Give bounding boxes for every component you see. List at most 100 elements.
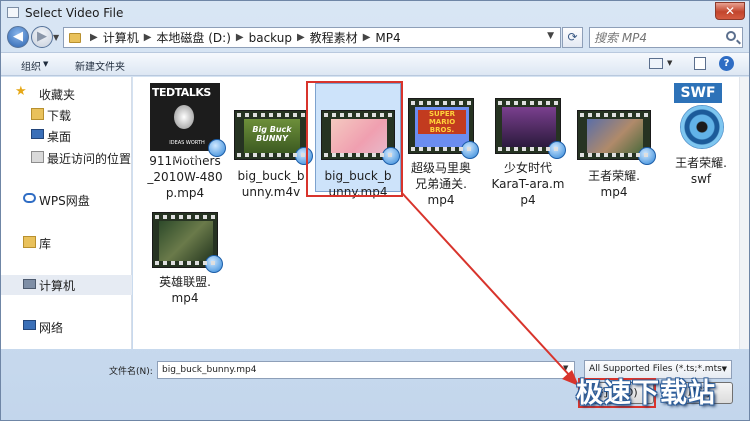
search-input[interactable] <box>594 30 714 45</box>
breadcrumb-drive-d[interactable]: 本地磁盘 (D:) <box>156 29 230 46</box>
window-icon <box>7 7 19 18</box>
recent-places-icon <box>31 151 44 163</box>
search-icon[interactable] <box>726 31 736 41</box>
chevron-right-icon[interactable]: ▶ <box>90 32 98 43</box>
computer-icon <box>23 279 36 289</box>
sidebar-item-library[interactable]: 库 <box>1 234 132 252</box>
vertical-scrollbar[interactable] <box>739 77 749 349</box>
address-dropdown-icon[interactable]: ▼ <box>547 31 554 41</box>
file-item[interactable]: SUPER MARIO BROS. 超级马里奥 兄弟通关. mp4 <box>398 98 484 208</box>
media-player-badge-icon <box>208 139 226 157</box>
star-icon: ★ <box>15 85 27 99</box>
sidebar-item-label: 下载 <box>47 109 72 123</box>
sidebar-item-label: 库 <box>39 237 52 251</box>
ted-talks-logo: TEDTALKS <box>152 85 211 101</box>
file-item[interactable]: Big Buck BUNNY big_buck_b unny.m4v <box>228 110 314 200</box>
video-thumbnail: SUPER MARIO BROS. <box>408 98 479 159</box>
file-name-line: unny.m4v <box>241 185 301 199</box>
file-item[interactable]: 少女时代 KaraT-ara.m p4 <box>485 98 571 208</box>
sidebar-item-computer[interactable]: 计算机 <box>1 275 132 295</box>
filename-label: 文件名(N): <box>109 367 153 377</box>
breadcrumb-mp4[interactable]: MP4 <box>375 31 400 45</box>
file-name: 英雄联盟. mp4 <box>142 274 228 306</box>
video-frame: Big Buck BUNNY <box>244 119 300 153</box>
window-title: Select Video File <box>25 6 124 20</box>
sidebar-item-desktop[interactable]: 桌面 <box>1 127 132 145</box>
sidebar-item-wps-drive[interactable]: WPS网盘 <box>1 191 132 209</box>
video-thumbnail: TEDTALKS IDEAS WORTH SPREADING <box>150 83 226 162</box>
file-name-line: mp4 <box>171 291 199 305</box>
forward-button[interactable]: ▶ <box>31 26 53 48</box>
video-thumbnail <box>152 212 223 273</box>
recent-locations-dropdown-icon[interactable]: ▼ <box>53 33 59 42</box>
lightbulb-image <box>174 105 194 129</box>
file-name: 王者荣耀. mp4 <box>571 168 657 200</box>
chevron-right-icon[interactable]: ▶ <box>144 32 152 43</box>
chevron-down-icon[interactable]: ▼ <box>722 365 727 373</box>
chevron-right-icon[interactable]: ▶ <box>297 32 305 43</box>
change-view-icon[interactable] <box>649 58 663 69</box>
file-item[interactable]: 王者荣耀. mp4 <box>571 110 657 200</box>
chevron-right-icon[interactable]: ▶ <box>363 32 371 43</box>
file-name-line: KaraT-ara.m <box>491 177 565 191</box>
file-name: 王者荣耀. swf <box>658 155 744 187</box>
sidebar-item-downloads[interactable]: 下载 <box>1 106 132 124</box>
video-thumbnail <box>495 98 566 159</box>
bunny-title-text: Big Buck BUNNY <box>252 125 292 143</box>
media-player-badge-icon <box>205 255 223 273</box>
watermark-logo: 极速下载站 <box>576 378 716 409</box>
breadcrumb-tutorial-material[interactable]: 教程素材 <box>310 29 358 46</box>
navigation-bar: ◀ ▶ ▼ ▶ 计算机 ▶ 本地磁盘 (D:) ▶ backup ▶ 教程素材 … <box>1 25 749 51</box>
preview-pane-icon[interactable] <box>694 57 706 70</box>
desktop-icon <box>31 129 44 139</box>
view-dropdown-icon[interactable]: ▼ <box>667 59 672 67</box>
file-name-line: p4 <box>520 193 536 207</box>
file-name: 超级马里奥 兄弟通关. mp4 <box>398 160 484 208</box>
filename-input[interactable] <box>157 361 575 379</box>
download-folder-icon <box>31 108 44 120</box>
sidebar-item-network[interactable]: 网络 <box>1 318 132 336</box>
new-folder-button[interactable]: 新建文件夹 <box>75 58 125 73</box>
mario-title-text: SUPER MARIO BROS. <box>418 110 466 134</box>
chevron-down-icon[interactable]: ▼ <box>43 60 48 68</box>
file-name-line: 少女时代 <box>503 161 552 175</box>
video-thumbnail <box>577 110 656 165</box>
media-player-badge-icon <box>638 147 656 165</box>
filename-dropdown-icon[interactable]: ▼ <box>563 364 568 372</box>
search-box[interactable] <box>589 27 743 48</box>
video-frame: SUPER MARIO BROS. <box>415 107 469 147</box>
file-item[interactable]: 英雄联盟. mp4 <box>142 212 228 306</box>
sidebar-item-recent[interactable]: 最近访问的位置 <box>1 149 132 167</box>
file-name-line: mp4 <box>427 193 455 207</box>
video-thumbnail: Big Buck BUNNY <box>234 110 313 165</box>
breadcrumb-backup[interactable]: backup <box>249 31 292 45</box>
file-item[interactable]: SWF 王者荣耀. swf <box>658 83 744 187</box>
video-frame <box>502 107 556 147</box>
breadcrumb-computer[interactable]: 计算机 <box>103 29 139 46</box>
back-button[interactable]: ◀ <box>7 26 29 48</box>
sidebar-item-label: 桌面 <box>47 130 72 144</box>
swf-label: SWF <box>674 83 722 103</box>
disc-icon <box>680 105 724 149</box>
command-bar: 组织 ▼ 新建文件夹 ▼ ? <box>1 52 749 76</box>
close-button[interactable]: ✕ <box>715 2 745 20</box>
file-name-line: _2010W-480 <box>147 170 223 184</box>
help-button[interactable]: ? <box>719 56 734 71</box>
organize-button[interactable]: 组织 <box>21 58 41 73</box>
refresh-button[interactable]: ⟳ <box>562 27 583 48</box>
talks-text: TALKS <box>174 86 212 99</box>
file-name-line: mp4 <box>600 185 628 199</box>
file-name-line: 英雄联盟. <box>159 275 211 289</box>
video-frame <box>159 221 213 261</box>
folder-icon <box>69 32 81 43</box>
file-list: TEDTALKS IDEAS WORTH SPREADING 911Mother… <box>133 77 739 349</box>
file-item[interactable]: TEDTALKS IDEAS WORTH SPREADING 911Mother… <box>142 83 228 201</box>
address-bar[interactable]: ▶ 计算机 ▶ 本地磁盘 (D:) ▶ backup ▶ 教程素材 ▶ MP4 … <box>63 27 561 48</box>
sidebar-item-favorites[interactable]: ★ 收藏夹 <box>1 85 132 103</box>
title-bar: Select Video File ✕ <box>1 1 749 25</box>
cloud-icon <box>23 193 36 203</box>
chevron-right-icon[interactable]: ▶ <box>236 32 244 43</box>
sidebar-item-label: 计算机 <box>39 279 76 293</box>
file-name-line: 兄弟通关. <box>415 177 467 191</box>
annotation-highlight-file <box>306 81 403 197</box>
